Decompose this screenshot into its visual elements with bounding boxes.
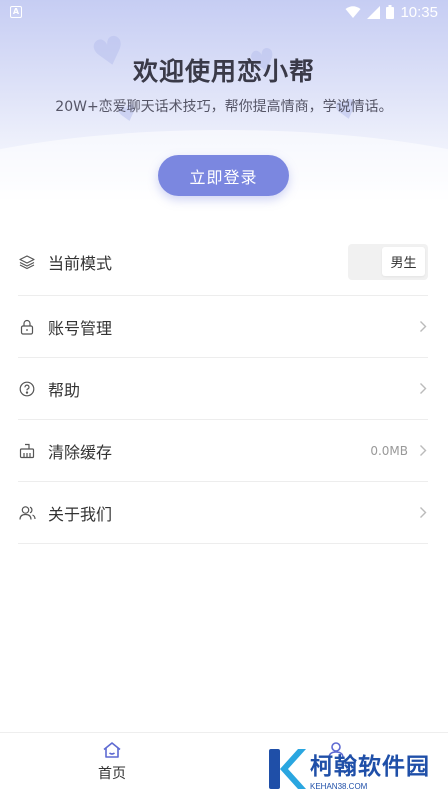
chevron-right-icon <box>418 382 428 396</box>
menu-item-account[interactable]: 账号管理 <box>18 296 428 358</box>
users-icon <box>18 504 36 522</box>
home-icon <box>103 742 121 758</box>
layers-icon <box>18 253 36 271</box>
app-notification-icon: A <box>10 6 22 18</box>
menu-item-help[interactable]: 帮助 <box>18 358 428 420</box>
toggle-selected-value: 男生 <box>382 247 425 276</box>
login-button[interactable]: 立即登录 <box>158 155 289 196</box>
menu-item-about[interactable]: 关于我们 <box>18 482 428 544</box>
help-circle-icon <box>18 380 36 398</box>
cache-size-value: 0.0MB <box>370 443 408 458</box>
menu-item-label: 清除缓存 <box>48 442 113 462</box>
menu-item-mode: 当前模式 男生 <box>18 228 428 296</box>
welcome-title: 欢迎使用恋小帮 <box>132 57 315 86</box>
status-time: 10:35 <box>400 3 438 21</box>
chevron-right-icon <box>418 320 428 334</box>
menu-item-label: 账号管理 <box>48 318 113 338</box>
chevron-right-icon <box>418 444 428 458</box>
status-bar: A 10:35 <box>0 0 448 24</box>
gender-mode-toggle[interactable]: 男生 <box>348 243 428 280</box>
signal-icon <box>367 5 381 19</box>
settings-menu: 当前模式 男生 账号管理 帮助 清除缓存 0.0MB 关于我们 <box>18 228 428 544</box>
tab-home-label: 首页 <box>98 766 126 782</box>
menu-item-label: 当前模式 <box>48 253 113 273</box>
watermark-title: 柯翰软件园 <box>310 754 430 780</box>
lock-icon <box>18 318 36 336</box>
watermark-subtitle: KEHAN38.COM <box>310 782 368 791</box>
menu-item-label: 帮助 <box>48 380 81 400</box>
tab-home[interactable]: 首页 <box>82 741 142 783</box>
kehan-logo-icon <box>269 749 306 789</box>
broom-icon <box>18 442 36 460</box>
menu-item-clear-cache[interactable]: 清除缓存 0.0MB <box>18 420 428 482</box>
welcome-subtitle: 20W+恋爱聊天话术技巧，帮你提高情商，学说情话。 <box>55 99 393 115</box>
menu-item-label: 关于我们 <box>48 504 113 524</box>
watermark-logo: 柯翰软件园 KEHAN38.COM <box>266 745 442 793</box>
chevron-right-icon <box>418 506 428 520</box>
battery-icon <box>386 5 395 19</box>
wifi-icon <box>345 5 361 18</box>
